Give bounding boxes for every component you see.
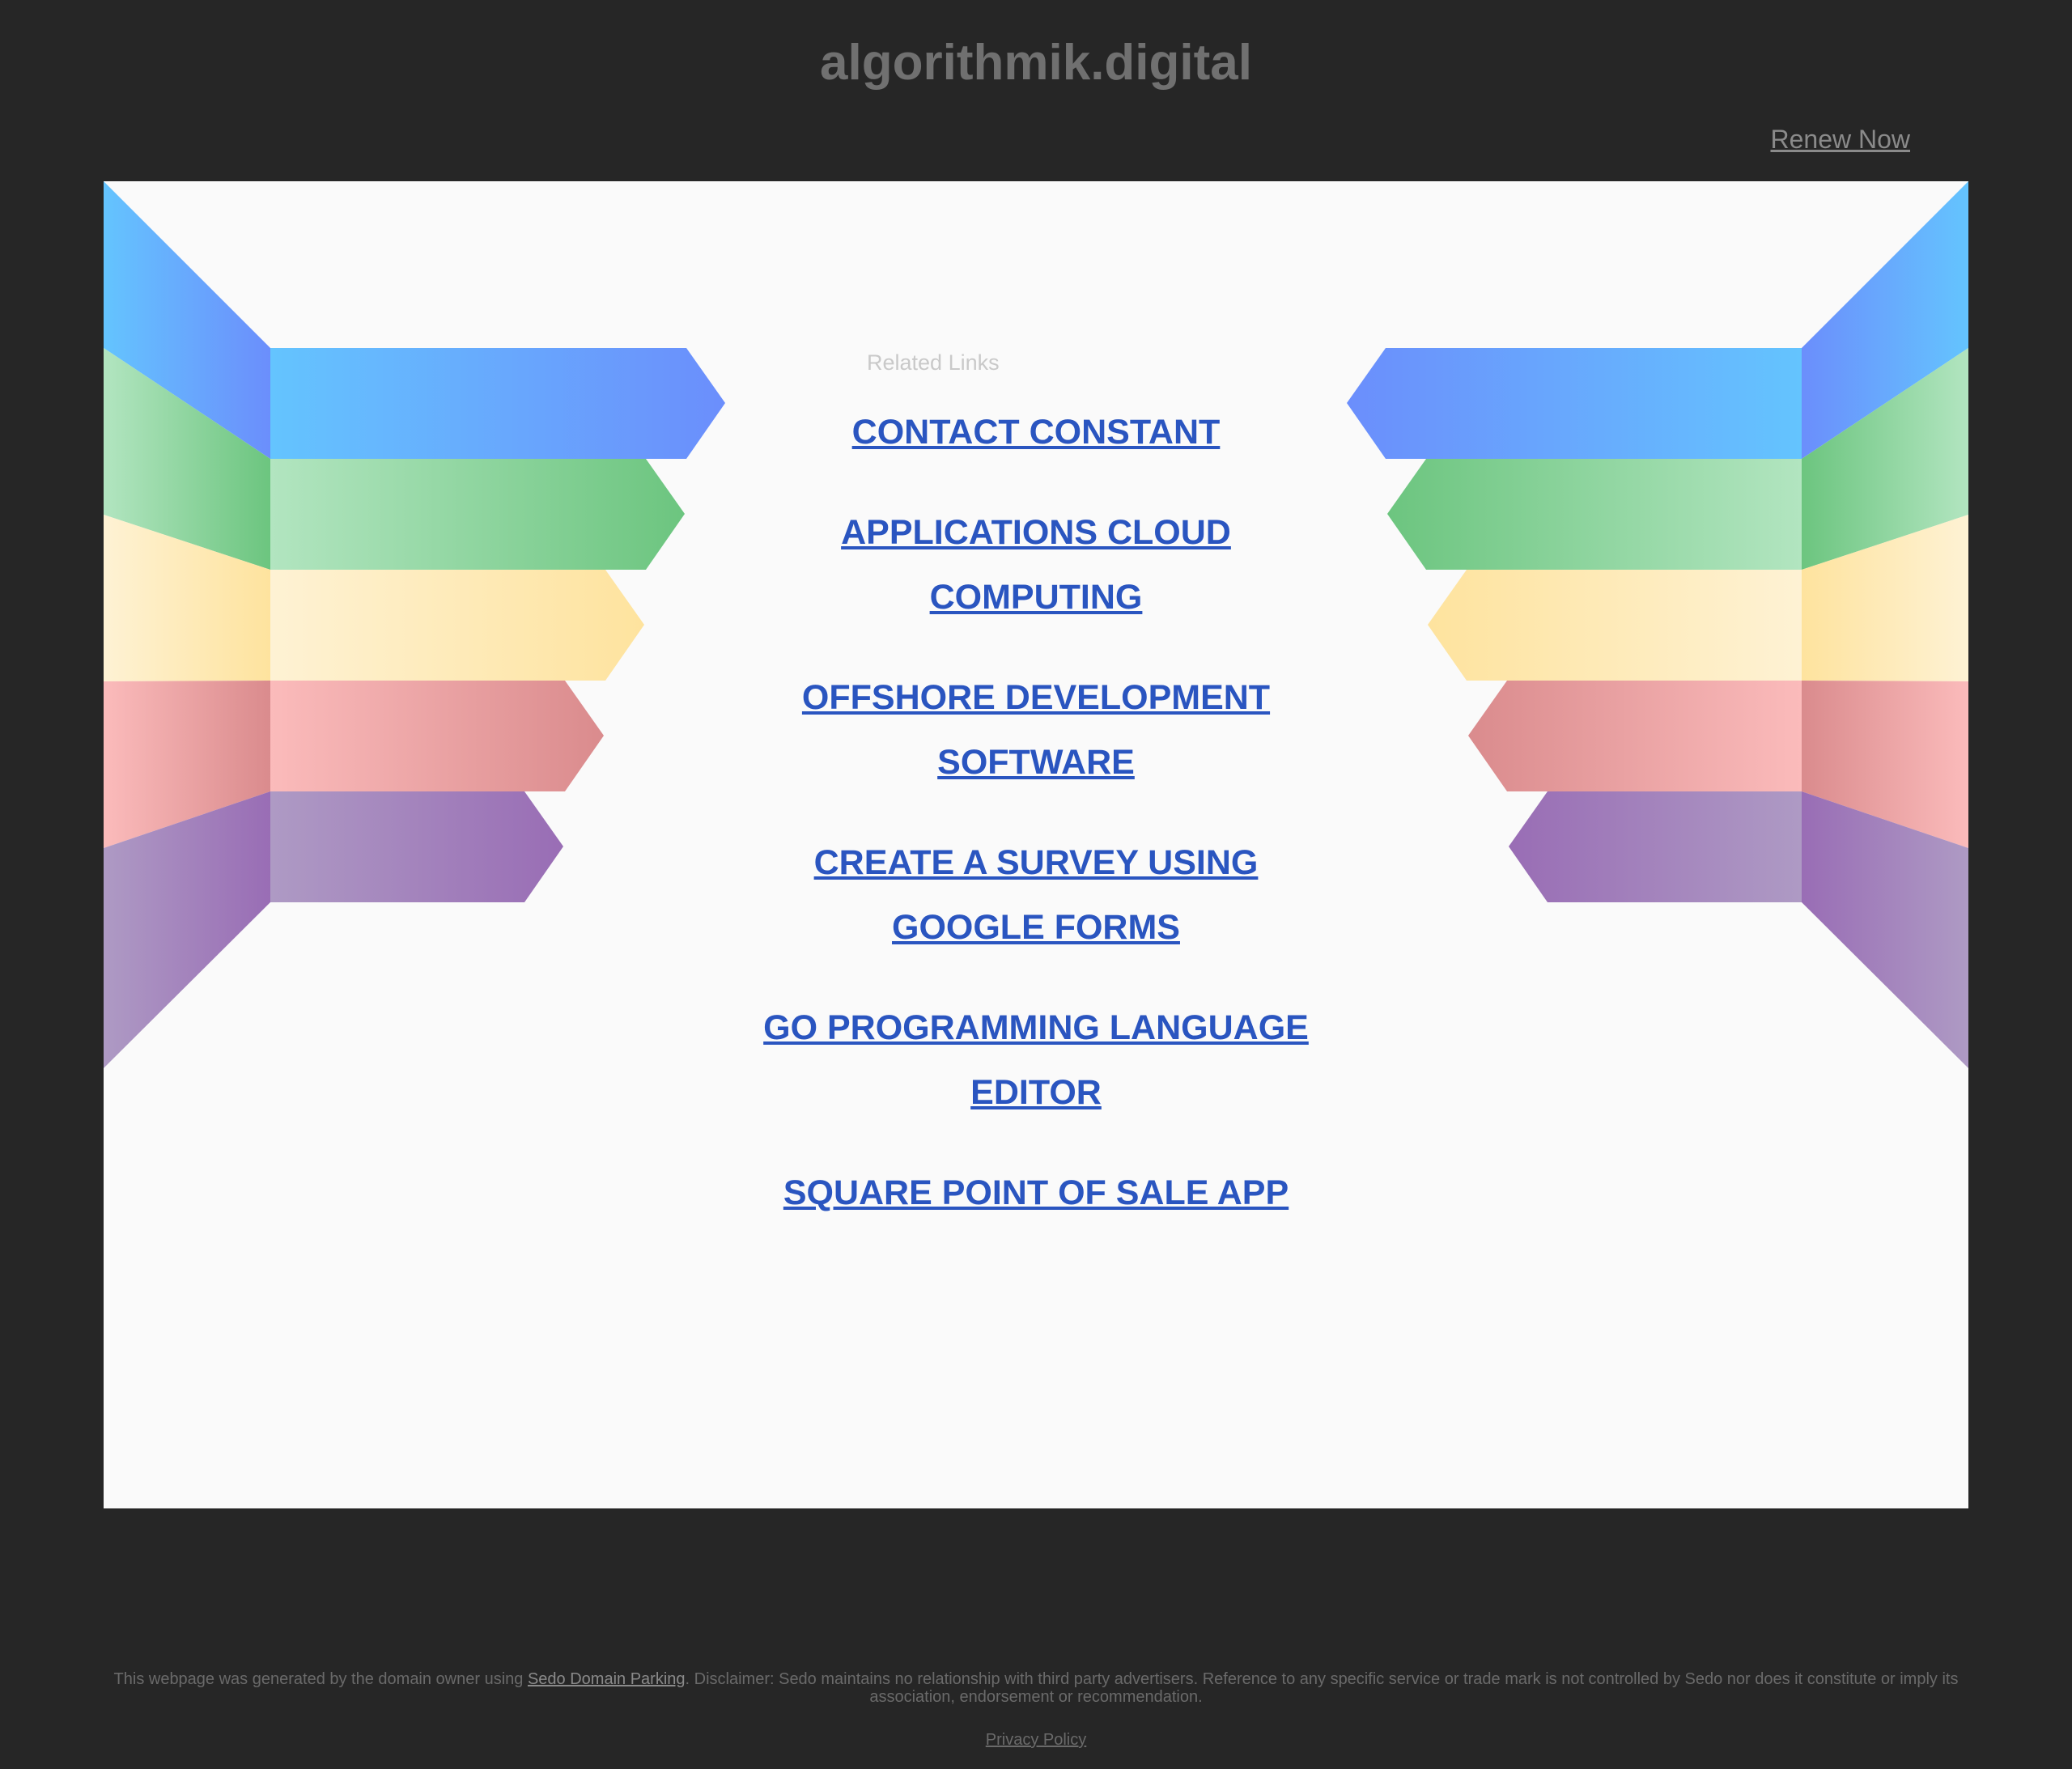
left-ribbon-purple xyxy=(270,791,563,902)
related-links-heading: Related Links xyxy=(867,350,1000,375)
privacy-policy-link[interactable]: Privacy Policy xyxy=(986,1731,1086,1749)
list-item: CONTACT CONSTANT xyxy=(762,400,1310,465)
related-links-list: CONTACT CONSTANT APPLICATIONS CLOUD COMP… xyxy=(762,400,1310,1261)
left-ribbon-green xyxy=(270,459,685,570)
related-link-go-programming-editor[interactable]: GO PROGRAMMING LANGUAGE EDITOR xyxy=(763,1008,1309,1112)
right-ribbon-green xyxy=(1387,459,1802,570)
footer-disclaimer: This webpage was generated by the domain… xyxy=(105,1670,1967,1706)
list-item: CREATE A SURVEY USING GOOGLE FORMS xyxy=(762,830,1310,960)
list-item: OFFSHORE DEVELOPMENT SOFTWARE xyxy=(762,665,1310,795)
left-ribbon-blue xyxy=(270,348,725,459)
left-ribbon-red xyxy=(270,681,604,791)
right-ribbon-yellow xyxy=(1428,570,1802,681)
related-link-offshore-development-software[interactable]: OFFSHORE DEVELOPMENT SOFTWARE xyxy=(802,678,1270,782)
related-link-square-pos-app[interactable]: SQUARE POINT OF SALE APP xyxy=(783,1173,1289,1212)
related-link-create-survey-google-forms[interactable]: CREATE A SURVEY USING GOOGLE FORMS xyxy=(814,843,1259,947)
related-link-applications-cloud-computing[interactable]: APPLICATIONS CLOUD COMPUTING xyxy=(841,513,1231,617)
list-item: APPLICATIONS CLOUD COMPUTING xyxy=(762,500,1310,630)
list-item: SQUARE POINT OF SALE APP xyxy=(762,1160,1310,1225)
disclaimer-suffix: . Disclaimer: Sedo maintains no relation… xyxy=(685,1670,1959,1706)
right-ribbon-red xyxy=(1468,681,1802,791)
disclaimer-prefix: This webpage was generated by the domain… xyxy=(113,1670,528,1688)
right-ribbon-purple xyxy=(1509,791,1802,902)
domain-title: algorithmik.digital xyxy=(820,35,1252,91)
related-link-contact-constant[interactable]: CONTACT CONSTANT xyxy=(852,413,1221,452)
right-ribbon-blue xyxy=(1347,348,1802,459)
content-panel: Related Links CONTACT CONSTANT APPLICATI… xyxy=(104,181,1968,1508)
list-item: GO PROGRAMMING LANGUAGE EDITOR xyxy=(762,995,1310,1125)
privacy-row: Privacy Policy xyxy=(0,1730,2072,1750)
left-ribbon-yellow xyxy=(270,570,644,681)
sedo-parking-link[interactable]: Sedo Domain Parking xyxy=(528,1670,686,1688)
renew-now-link[interactable]: Renew Now xyxy=(1770,123,1910,155)
